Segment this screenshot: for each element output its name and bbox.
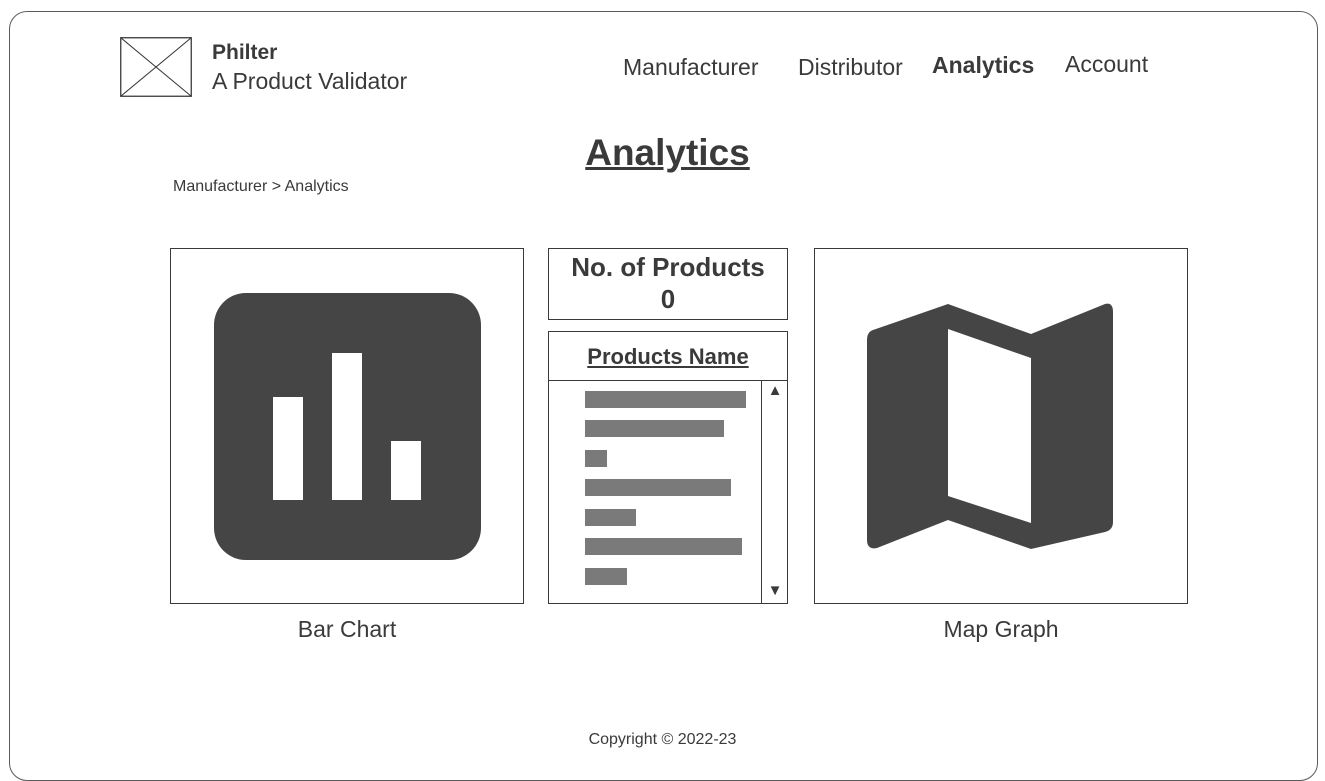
nav-distributor[interactable]: Distributor — [798, 54, 903, 81]
image-placeholder-icon — [120, 37, 192, 97]
nav-account[interactable]: Account — [1065, 51, 1148, 78]
products-count-label: No. of Products — [571, 252, 765, 282]
list-item[interactable] — [585, 479, 731, 496]
products-list: Products Name ▲ ▼ — [548, 331, 788, 604]
list-item[interactable] — [585, 420, 724, 437]
list-item[interactable] — [585, 391, 746, 408]
scroll-down-arrow-icon[interactable]: ▼ — [762, 582, 788, 599]
nav-analytics[interactable]: Analytics — [932, 52, 1034, 79]
bar-chart-icon — [214, 293, 481, 560]
brand-tagline: A Product Validator — [212, 68, 408, 94]
list-item[interactable] — [585, 538, 742, 555]
list-item[interactable] — [585, 509, 636, 526]
products-list-scrollbar[interactable]: ▲ ▼ — [761, 381, 787, 603]
scroll-up-arrow-icon[interactable]: ▲ — [762, 382, 788, 399]
products-count-box: No. of Products 0 — [548, 248, 788, 320]
brand-name: Philter — [212, 41, 278, 64]
bar-chart-card[interactable] — [170, 248, 524, 604]
products-count-value: 0 — [660, 284, 676, 314]
map-graph-caption: Map Graph — [943, 616, 1059, 642]
list-item[interactable] — [585, 568, 627, 585]
bar-chart-caption: Bar Chart — [297, 616, 397, 642]
products-list-header: Products Name — [549, 332, 787, 381]
nav-manufacturer[interactable]: Manufacturer — [623, 54, 759, 81]
map-icon — [867, 303, 1113, 549]
copyright: Copyright © 2022-23 — [588, 731, 737, 748]
products-list-body[interactable]: ▲ ▼ — [549, 381, 787, 603]
map-graph-card[interactable] — [814, 248, 1188, 604]
breadcrumb[interactable]: Manufacturer > Analytics — [173, 178, 349, 196]
list-item[interactable] — [585, 450, 607, 467]
page-title: Analytics — [585, 132, 750, 173]
